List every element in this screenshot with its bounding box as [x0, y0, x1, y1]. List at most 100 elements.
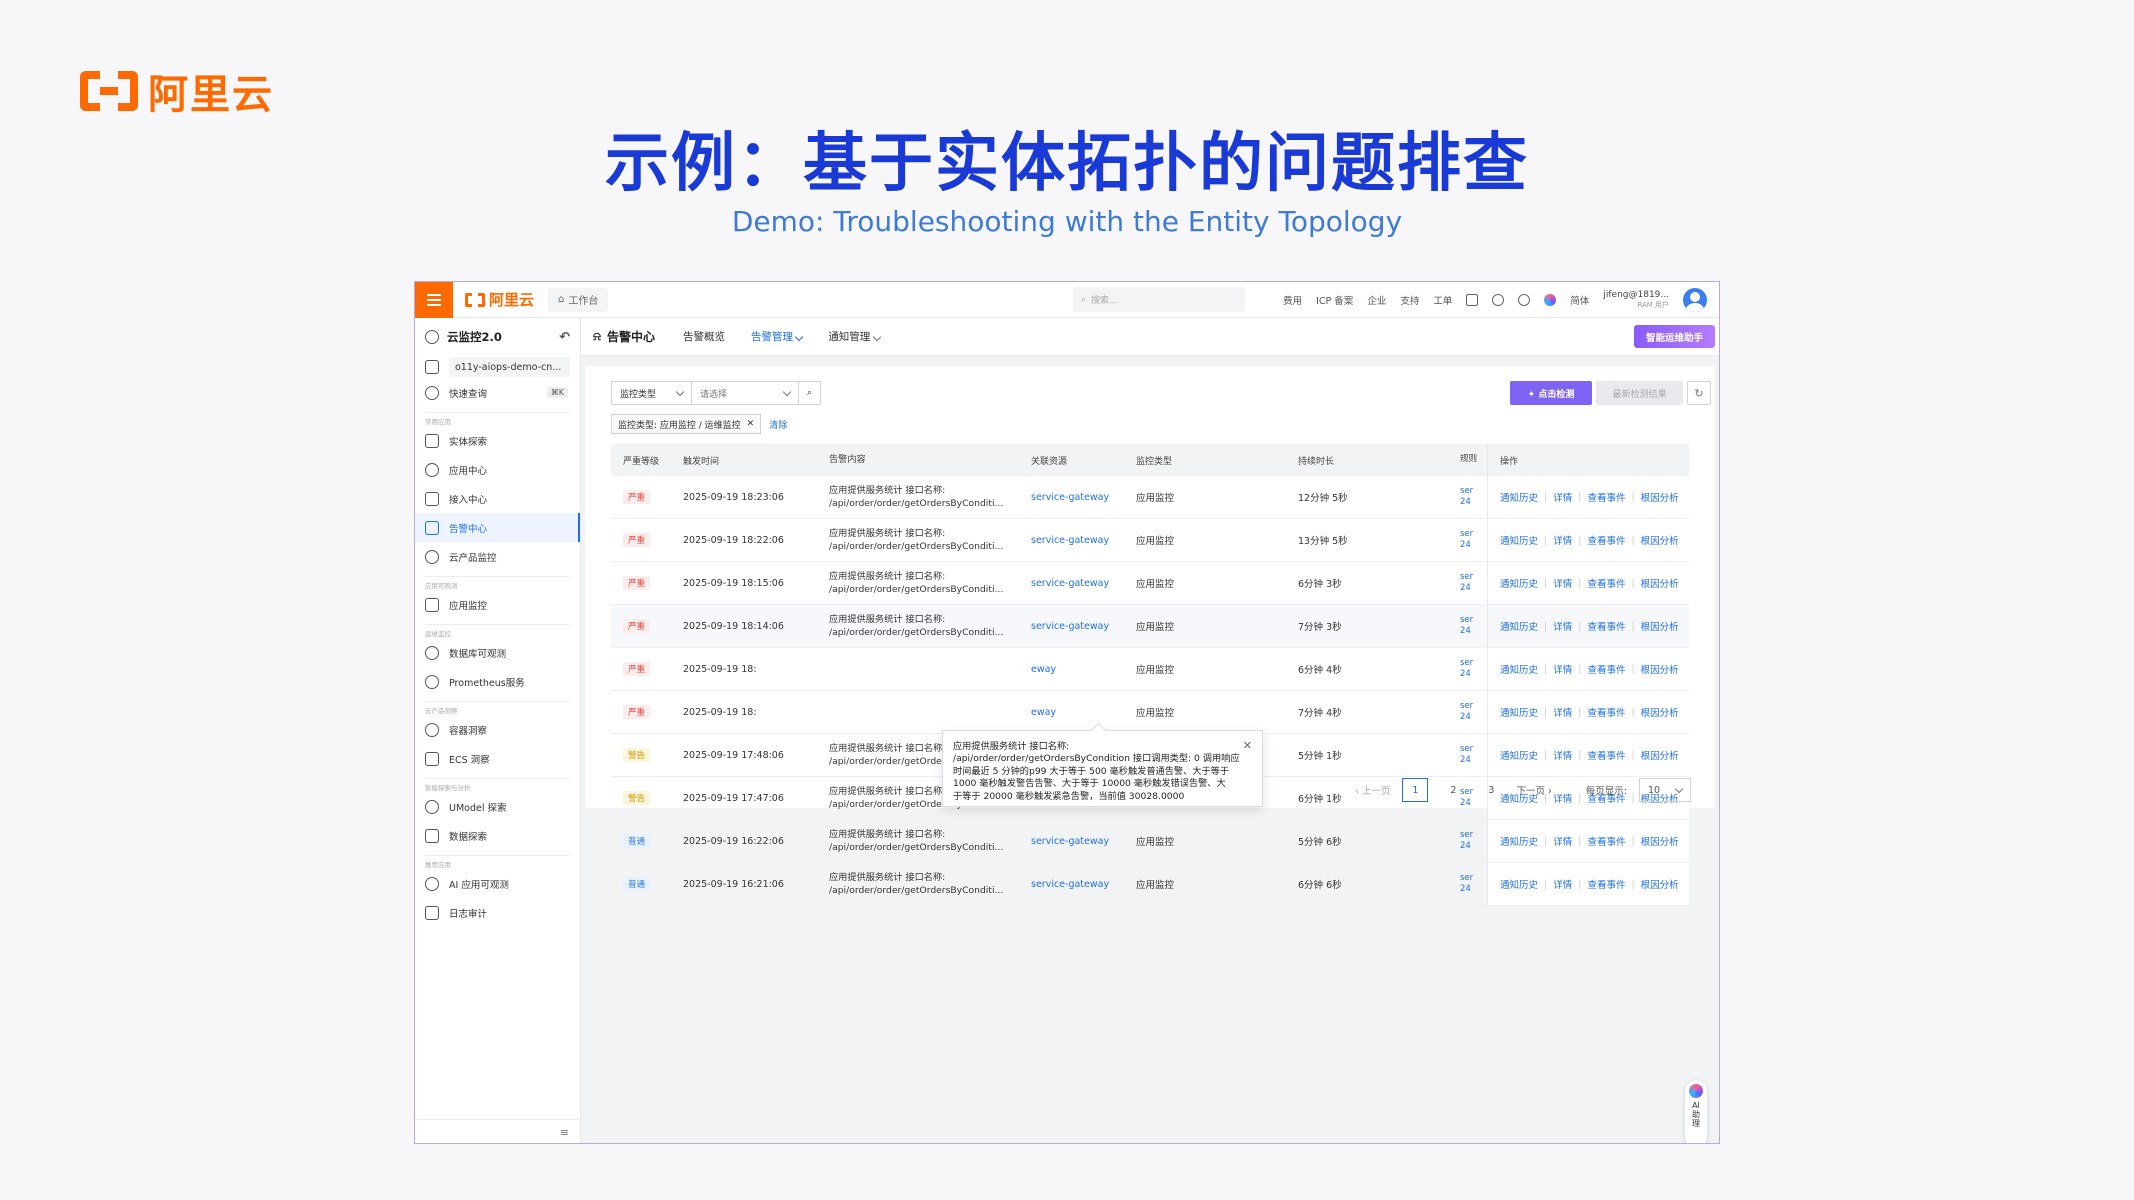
table-row[interactable]: 普通 2025-09-19 16:21:06 应用提供服务统计 接口名称: /api/…: [611, 863, 1689, 906]
sidebar-item-prometheus[interactable]: Prometheus服务: [415, 667, 580, 696]
hamburger-menu-icon[interactable]: [415, 282, 453, 318]
filter-search-button[interactable]: ⌕: [799, 381, 821, 405]
cell-rule[interactable]: ser 24: [1460, 830, 1488, 853]
tab-notification-management[interactable]: 通知管理: [828, 329, 881, 344]
detail-link[interactable]: 详情: [1553, 576, 1572, 590]
view-events-link[interactable]: 查看事件: [1587, 619, 1625, 633]
cell-resource-link[interactable]: eway: [1031, 664, 1136, 675]
topbar-link-fee[interactable]: 费用: [1283, 293, 1302, 307]
col-header-level[interactable]: 严重等级: [611, 454, 683, 467]
detail-link[interactable]: 详情: [1553, 662, 1572, 676]
notify-history-link[interactable]: 通知历史: [1500, 877, 1538, 891]
cell-content[interactable]: 应用提供服务统计 接口名称: /api/order/order/getOrders…: [829, 828, 1031, 855]
cell-content[interactable]: 应用提供服务统计 接口名称: /api/order/order/getOrders…: [829, 527, 1031, 554]
notify-history-link[interactable]: 通知历史: [1500, 748, 1538, 762]
table-row[interactable]: 严重 2025-09-19 18:14:06 应用提供服务统计 接口名称: /api/…: [611, 605, 1689, 648]
view-events-link[interactable]: 查看事件: [1587, 490, 1625, 504]
sidebar-item-access[interactable]: 接入中心: [415, 484, 580, 513]
view-events-link[interactable]: 查看事件: [1587, 662, 1625, 676]
table-row[interactable]: 严重 2025-09-19 18:23:06 应用提供服务统计 接口名称: /api/…: [611, 476, 1689, 519]
notify-history-link[interactable]: 通知历史: [1500, 490, 1538, 504]
cell-rule[interactable]: ser 24: [1460, 572, 1488, 595]
cell-content[interactable]: 应用提供服务统计 接口名称: /api/order/order/getOrders…: [829, 484, 1031, 511]
refresh-icon[interactable]: ↻: [1687, 381, 1711, 405]
cell-resource-link[interactable]: service-gateway: [1031, 879, 1136, 890]
sidebar-item-cloud-monitor[interactable]: 云产品监控: [415, 542, 580, 571]
monitor-type-select[interactable]: 监控类型: [611, 381, 692, 405]
next-page-button[interactable]: 下一页 ›: [1516, 783, 1551, 797]
sidebar-item-ecs[interactable]: ECS 洞察: [415, 744, 580, 773]
notify-history-link[interactable]: 通知历史: [1500, 662, 1538, 676]
cell-content[interactable]: 应用提供服务统计 接口名称: /api/order/order/getOrders…: [829, 570, 1031, 597]
sidebar-item-ai-observe[interactable]: AI 应用可观测: [415, 869, 580, 898]
detail-link[interactable]: 详情: [1553, 619, 1572, 633]
root-cause-link[interactable]: 根因分析: [1641, 662, 1679, 676]
cell-resource-link[interactable]: service-gateway: [1031, 492, 1136, 503]
cell-resource-link[interactable]: service-gateway: [1031, 535, 1136, 546]
view-events-link[interactable]: 查看事件: [1587, 576, 1625, 590]
global-search-input[interactable]: ⌕ 搜索...: [1073, 287, 1245, 312]
view-events-link[interactable]: 查看事件: [1587, 705, 1625, 719]
cell-rule[interactable]: ser 24: [1460, 658, 1488, 681]
latest-result-button[interactable]: 最新检测结果: [1596, 381, 1683, 405]
sidebar-item-data-explore[interactable]: 数据探索: [415, 821, 580, 850]
clear-filters-link[interactable]: 清除: [769, 418, 787, 431]
back-icon[interactable]: ↶: [559, 330, 570, 345]
cell-resource-link[interactable]: service-gateway: [1031, 578, 1136, 589]
detail-link[interactable]: 详情: [1553, 748, 1572, 762]
notify-history-link[interactable]: 通知历史: [1500, 705, 1538, 719]
view-events-link[interactable]: 查看事件: [1587, 748, 1625, 762]
cell-rule[interactable]: ser 24: [1460, 486, 1488, 509]
sidebar-item-umodel[interactable]: UModel 探索: [415, 792, 580, 821]
root-cause-link[interactable]: 根因分析: [1641, 490, 1679, 504]
ai-assistant-float-button[interactable]: AI 助 理: [1685, 1080, 1707, 1143]
root-cause-link[interactable]: 根因分析: [1641, 877, 1679, 891]
root-cause-link[interactable]: 根因分析: [1641, 533, 1679, 547]
sidebar-item-entity[interactable]: 实体探索: [415, 426, 580, 455]
sidebar-item-alert[interactable]: 告警中心: [415, 513, 580, 542]
detail-link[interactable]: 详情: [1553, 533, 1572, 547]
cell-resource-link[interactable]: service-gateway: [1031, 836, 1136, 847]
close-icon[interactable]: ✕: [747, 419, 755, 429]
workbench-button[interactable]: ⌂ 工作台: [548, 287, 609, 312]
table-row[interactable]: 普通 2025-09-19 16:22:06 应用提供服务统计 接口名称: /api/…: [611, 820, 1689, 863]
prev-page-button[interactable]: ‹ 上一页: [1355, 783, 1390, 797]
notify-history-link[interactable]: 通知历史: [1500, 576, 1538, 590]
view-events-link[interactable]: 查看事件: [1587, 834, 1625, 848]
topbar-link-ticket[interactable]: 工单: [1433, 293, 1452, 307]
sidebar-item-container[interactable]: 容器洞察: [415, 715, 580, 744]
cell-rule[interactable]: ser 24: [1460, 701, 1488, 724]
table-row[interactable]: 严重 2025-09-19 18: eway 应用监控 6分钟 4秒 ser 24 通知历史 |…: [611, 648, 1689, 691]
help-icon[interactable]: [1518, 294, 1531, 306]
console-logo[interactable]: 阿里云: [465, 289, 534, 310]
cell-rule[interactable]: ser 24: [1460, 529, 1488, 552]
smart-ops-assistant-button[interactable]: 智能运维助手: [1633, 325, 1715, 348]
detail-link[interactable]: 详情: [1553, 834, 1572, 848]
root-cause-link[interactable]: 根因分析: [1641, 834, 1679, 848]
notify-history-link[interactable]: 通知历史: [1500, 834, 1538, 848]
close-icon[interactable]: ✕: [1243, 739, 1252, 754]
root-cause-link[interactable]: 根因分析: [1641, 748, 1679, 762]
root-cause-link[interactable]: 根因分析: [1641, 705, 1679, 719]
root-cause-link[interactable]: 根因分析: [1641, 619, 1679, 633]
page-1-button[interactable]: 1: [1402, 778, 1429, 802]
sidebar-item-quick-query[interactable]: 快速查询 ⌘K: [415, 378, 580, 407]
ai-assistant-icon[interactable]: [1544, 294, 1557, 306]
tab-alert-overview[interactable]: 告警概览: [683, 329, 725, 344]
bell-icon[interactable]: [1492, 294, 1505, 306]
page-size-select[interactable]: 10: [1639, 778, 1691, 802]
table-row[interactable]: 严重 2025-09-19 18:15:06 应用提供服务统计 接口名称: /api/…: [611, 562, 1689, 605]
sidebar-item-db-observe[interactable]: 数据库可观测: [415, 638, 580, 667]
sidebar-item-app-center[interactable]: 应用中心: [415, 455, 580, 484]
workspace-selector[interactable]: o11y-aiops-demo-cn...: [425, 356, 570, 378]
topbar-link-enterprise[interactable]: 企业: [1367, 293, 1386, 307]
cell-rule[interactable]: ser 24: [1460, 873, 1488, 896]
cell-resource-link[interactable]: eway: [1031, 707, 1136, 718]
value-select[interactable]: 请选择: [692, 381, 799, 405]
col-header-time[interactable]: 触发时间: [683, 454, 829, 467]
view-events-link[interactable]: 查看事件: [1587, 877, 1625, 891]
detail-link[interactable]: 详情: [1553, 490, 1572, 504]
terminal-icon[interactable]: [1466, 294, 1479, 306]
view-events-link[interactable]: 查看事件: [1587, 533, 1625, 547]
cell-rule[interactable]: ser 24: [1460, 615, 1488, 638]
